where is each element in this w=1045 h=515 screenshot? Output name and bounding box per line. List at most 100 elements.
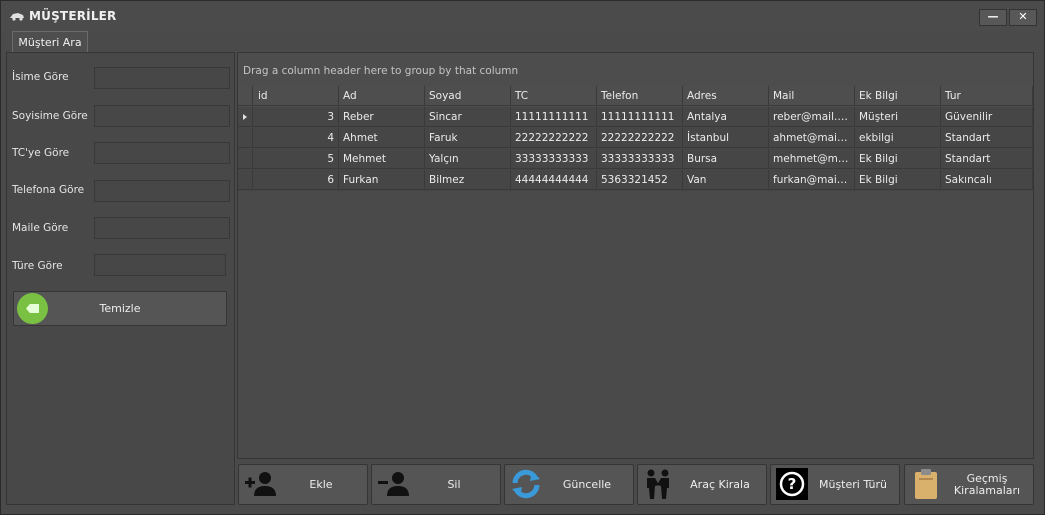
close-button[interactable]: ✕	[1009, 9, 1037, 26]
cell-ad[interactable]: Reber	[339, 107, 425, 127]
filter-label-phone: Telefona Göre	[12, 184, 85, 196]
cell-mail[interactable]: mehmet@mail.com	[769, 149, 855, 169]
tab-musteri-ara[interactable]: Müşteri Ara	[12, 31, 88, 52]
column-header-ad[interactable]: Ad	[339, 86, 425, 106]
row-indicator	[238, 128, 253, 148]
filter-label-surname: Soyisime Göre	[12, 110, 88, 122]
handshake-icon	[647, 469, 669, 499]
cell-tc[interactable]: 22222222222	[511, 128, 597, 148]
cell-telefon[interactable]: 22222222222	[597, 128, 683, 148]
question-icon: ?	[776, 468, 808, 500]
row-indicator-header	[238, 86, 253, 106]
table-row[interactable]: 6 Furkan Bilmez 44444444444 5363321452 V…	[238, 170, 1033, 191]
cell-ad[interactable]: Ahmet	[339, 128, 425, 148]
row-indicator	[238, 107, 253, 127]
cell-soyad[interactable]: Faruk	[425, 128, 511, 148]
cell-ek-bilgi[interactable]: ekbilgi	[855, 128, 941, 148]
cell-tur[interactable]: Güvenilir	[941, 107, 1033, 127]
cell-ek-bilgi[interactable]: Ek Bilgi	[855, 149, 941, 169]
cell-telefon[interactable]: 5363321452	[597, 170, 683, 190]
rental-history-label: Geçmiş Kiralamaları	[953, 471, 1021, 497]
add-user-icon	[245, 472, 276, 496]
column-header-tur[interactable]: Tur	[941, 86, 1033, 106]
column-header-telefon[interactable]: Telefon	[597, 86, 683, 106]
name-search-input[interactable]	[94, 67, 230, 89]
customer-grid-panel: Drag a column header here to group by th…	[237, 52, 1034, 459]
cell-id[interactable]: 4	[253, 128, 339, 148]
table-row[interactable]: 5 Mehmet Yalçın 33333333333 33333333333 …	[238, 149, 1033, 170]
cell-id[interactable]: 3	[253, 107, 339, 127]
cell-id[interactable]: 5	[253, 149, 339, 169]
column-header-adres[interactable]: Adres	[683, 86, 769, 106]
cell-mail[interactable]: furkan@mail.com	[769, 170, 855, 190]
cell-ek-bilgi[interactable]: Ek Bilgi	[855, 170, 941, 190]
cell-telefon[interactable]: 11111111111	[597, 107, 683, 127]
clear-button-label: Temizle	[99, 302, 141, 315]
cell-adres[interactable]: Antalya	[683, 107, 769, 127]
update-customer-label: Güncelle	[562, 477, 612, 491]
cell-soyad[interactable]: Bilmez	[425, 170, 511, 190]
cell-ad[interactable]: Mehmet	[339, 149, 425, 169]
column-header-id[interactable]: id	[253, 86, 339, 106]
surname-search-input[interactable]	[94, 105, 230, 127]
phone-search-input[interactable]	[94, 180, 230, 202]
row-indicator	[238, 170, 253, 190]
customer-type-label: Müşteri Türü	[818, 477, 888, 491]
cell-tc[interactable]: 33333333333	[511, 149, 597, 169]
rent-car-button[interactable]: Araç Kirala	[637, 464, 767, 505]
mail-search-input[interactable]	[94, 217, 230, 239]
cell-adres[interactable]: İstanbul	[683, 128, 769, 148]
column-header-ek-bilgi[interactable]: Ek Bilgi	[855, 86, 941, 106]
cell-tc[interactable]: 44444444444	[511, 170, 597, 190]
cell-tur[interactable]: Standart	[941, 128, 1033, 148]
window-title: MÜŞTERİLER	[29, 9, 117, 23]
table-row[interactable]: 4 Ahmet Faruk 22222222222 22222222222 İs…	[238, 128, 1033, 149]
search-panel: İsime Göre Soyisime Göre TC'ye Göre Tele…	[6, 52, 235, 505]
filter-label-type: Türe Göre	[12, 260, 63, 272]
title-bar[interactable]: MÜŞTERİLER — ✕	[1, 1, 1044, 31]
cell-mail[interactable]: ahmet@mail.com	[769, 128, 855, 148]
cell-tc[interactable]: 11111111111	[511, 107, 597, 127]
add-customer-button[interactable]: Ekle	[238, 464, 368, 505]
refresh-icon	[512, 469, 540, 499]
group-by-hint: Drag a column header here to group by th…	[243, 65, 519, 77]
group-by-panel[interactable]: Drag a column header here to group by th…	[238, 53, 1033, 86]
cell-ad[interactable]: Furkan	[339, 170, 425, 190]
filter-label-tc: TC'ye Göre	[12, 147, 70, 159]
minimize-button[interactable]: —	[979, 9, 1007, 26]
delete-customer-button[interactable]: Sil	[371, 464, 501, 505]
update-customer-button[interactable]: Güncelle	[504, 464, 634, 505]
customers-window: MÜŞTERİLER — ✕ Müşteri Ara İsime Göre So…	[0, 0, 1045, 515]
cell-telefon[interactable]: 33333333333	[597, 149, 683, 169]
delete-customer-label: Sil	[447, 477, 461, 491]
table-row[interactable]: 3 Reber Sincar 11111111111 11111111111 A…	[238, 107, 1033, 128]
type-search-combo[interactable]	[94, 254, 226, 276]
rental-history-button[interactable]: Geçmiş Kiralamaları	[904, 464, 1034, 505]
remove-user-icon	[378, 472, 409, 496]
cell-adres[interactable]: Van	[683, 170, 769, 190]
cell-tur[interactable]: Sakıncalı	[941, 170, 1033, 190]
grid-header-row: id Ad Soyad TC Telefon Adres Mail Ek Bil…	[238, 86, 1033, 107]
current-row-arrow-icon	[243, 114, 247, 120]
cell-tur[interactable]: Standart	[941, 149, 1033, 169]
cell-adres[interactable]: Bursa	[683, 149, 769, 169]
cell-mail[interactable]: reber@mail.com	[769, 107, 855, 127]
svg-text:?: ?	[788, 475, 797, 493]
clipboard-icon	[915, 469, 937, 499]
filter-label-name: İsime Göre	[12, 71, 69, 83]
cell-soyad[interactable]: Yalçın	[425, 149, 511, 169]
customer-type-button[interactable]: ? Müşteri Türü	[770, 464, 900, 505]
cell-id[interactable]: 6	[253, 170, 339, 190]
cell-ek-bilgi[interactable]: Müşteri	[855, 107, 941, 127]
car-icon	[10, 13, 24, 21]
column-header-tc[interactable]: TC	[511, 86, 597, 106]
add-customer-label: Ekle	[309, 477, 333, 491]
clear-button[interactable]: Temizle	[13, 291, 227, 326]
rent-car-label: Araç Kirala	[690, 477, 750, 491]
column-header-mail[interactable]: Mail	[769, 86, 855, 106]
tc-search-input[interactable]	[94, 142, 230, 164]
row-indicator	[238, 149, 253, 169]
cell-soyad[interactable]: Sincar	[425, 107, 511, 127]
filter-label-mail: Maile Göre	[12, 222, 69, 234]
column-header-soyad[interactable]: Soyad	[425, 86, 511, 106]
